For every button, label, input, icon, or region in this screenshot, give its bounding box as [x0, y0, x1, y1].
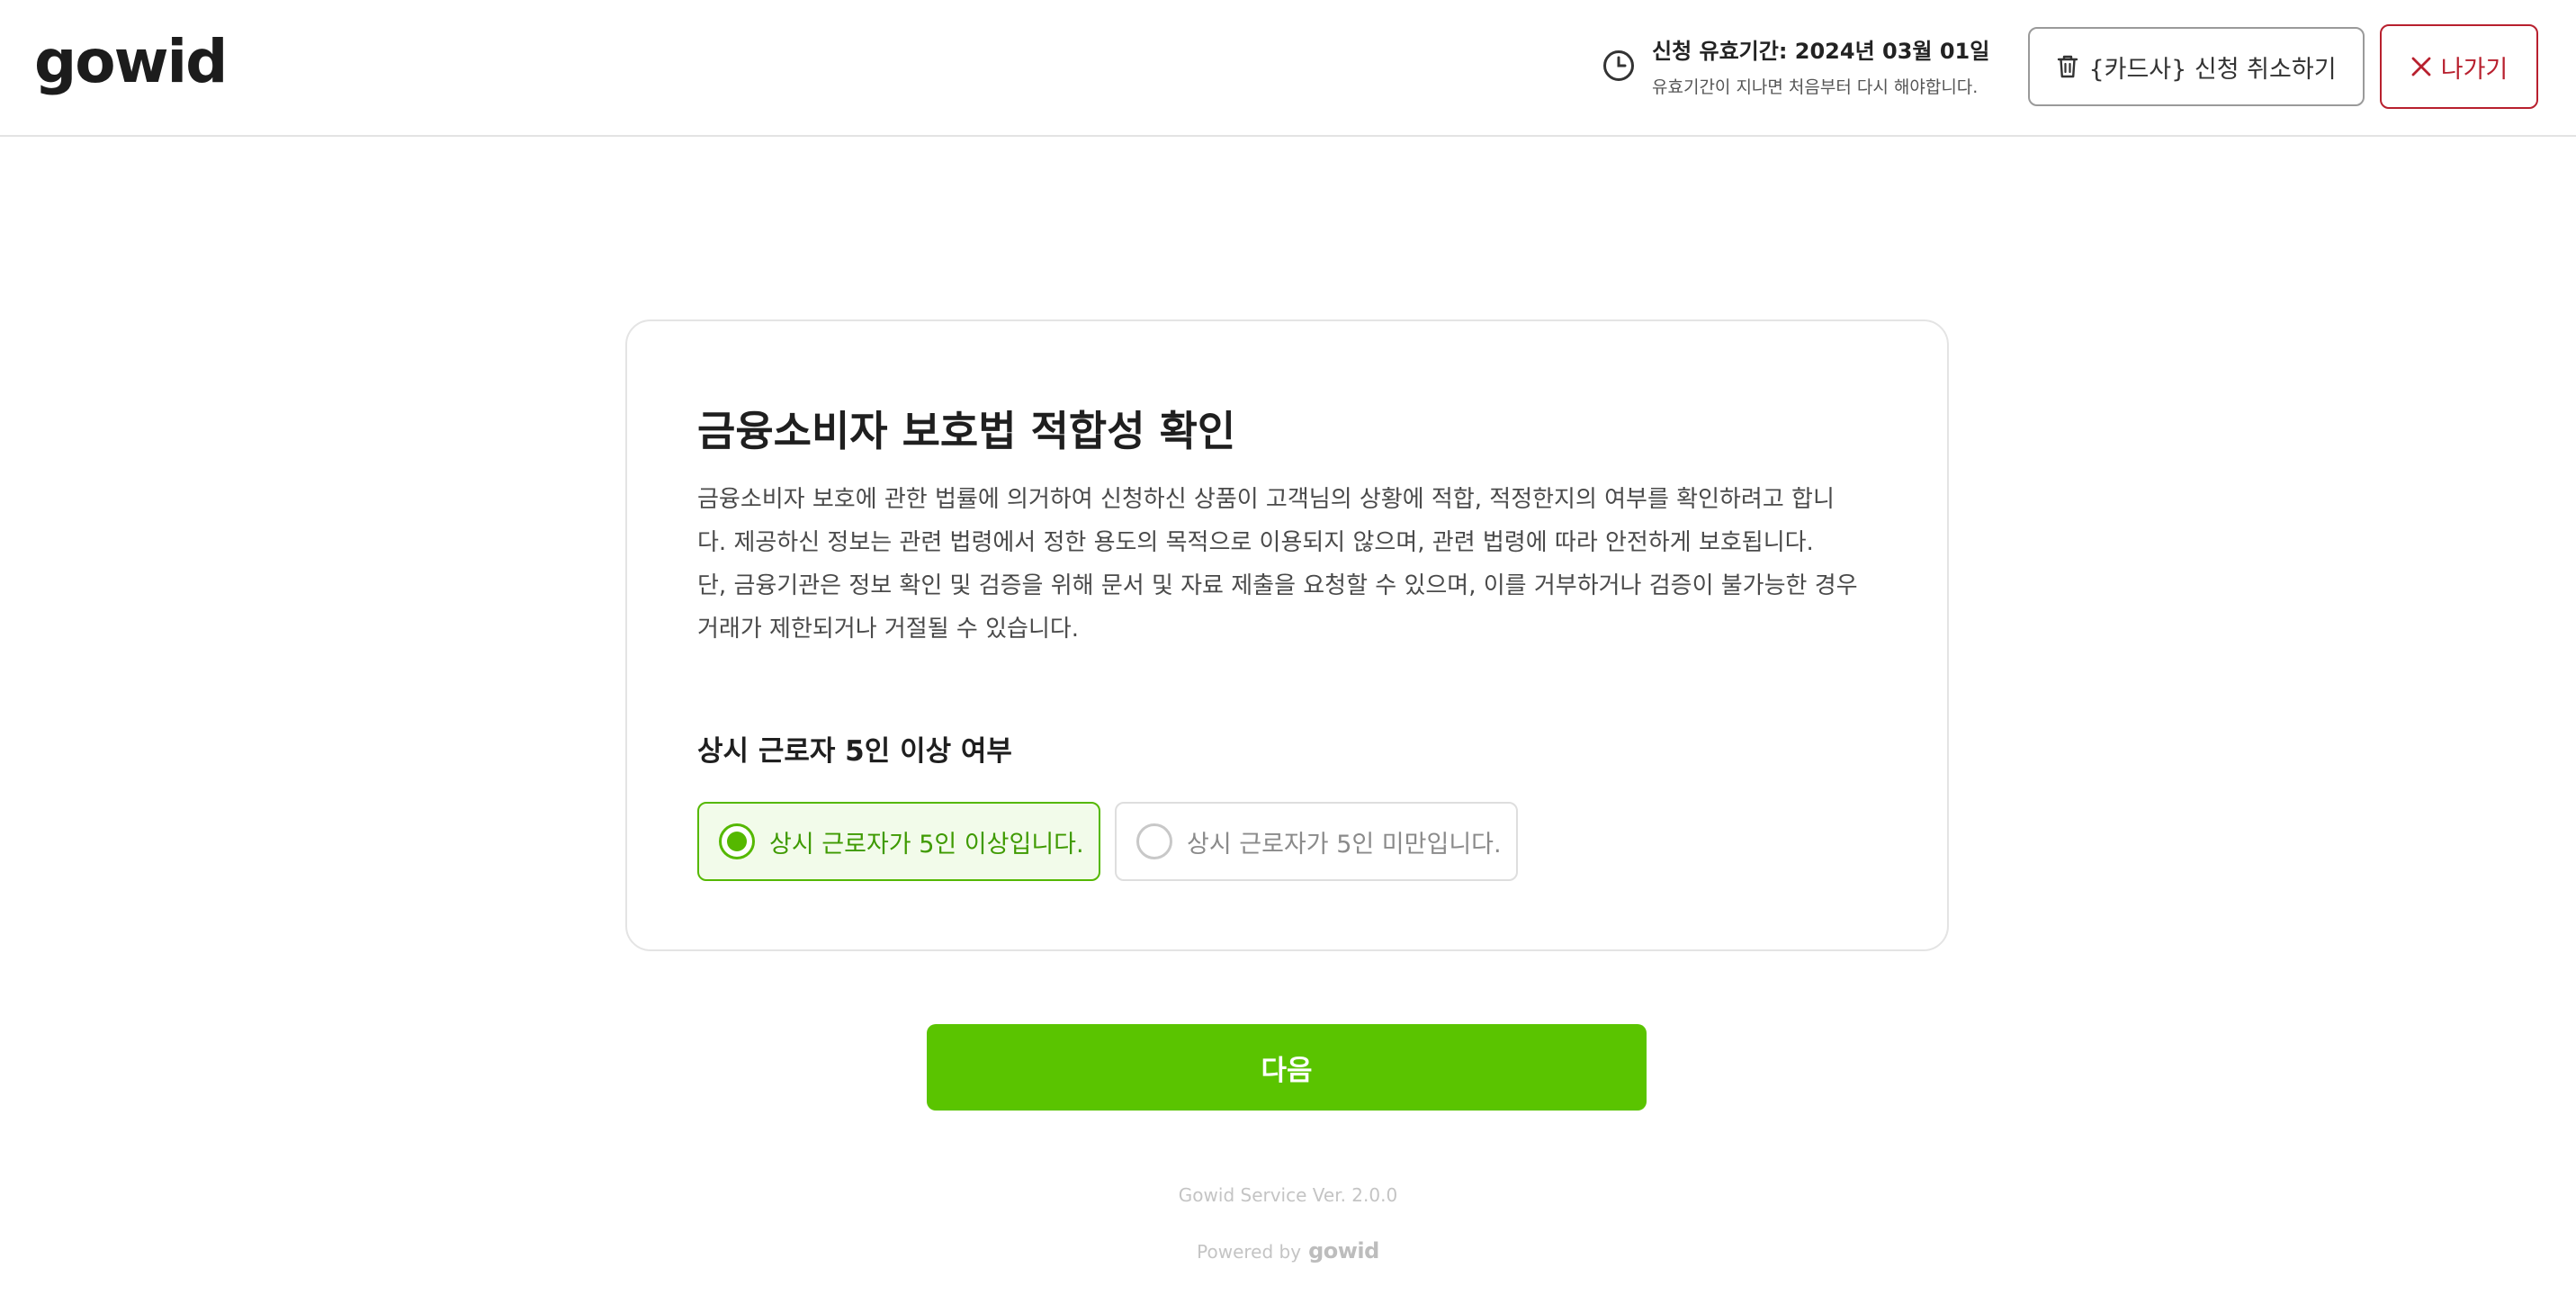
description-line: 단, 금융기관은 정보 확인 및 검증을 위해 문서 및 자료 제출을 요청할 …	[697, 572, 1858, 599]
description-line: 다. 제공하신 정보는 관련 법령에서 정한 용도의 목적으로 이용되지 않으며…	[697, 529, 1814, 556]
exit-button[interactable]: 나가기	[2380, 24, 2538, 109]
expiry-date: 신청 유효기간: 2024년 03월 01일	[1652, 39, 1990, 64]
top-header: gowid 신청 유효기간: 2024년 03월 01일 유효기간이 지나면 처…	[0, 0, 2576, 137]
description-line: 거래가 제한되거나 거절될 수 있습니다.	[697, 616, 1080, 643]
description-line: 금융소비자 보호에 관한 법률에 의거하여 신청하신 상품이 고객님의 상황에 …	[697, 486, 1835, 513]
employee-count-options: 상시 근로자가 5인 이상입니다. 상시 근로자가 5인 미만입니다.	[697, 802, 1532, 881]
gowid-logo[interactable]: gowid	[34, 32, 228, 92]
powered-by: Powered by gowid	[0, 1238, 2576, 1264]
footer-gowid-logo: gowid	[1308, 1238, 1379, 1264]
powered-by-text: Powered by	[1197, 1241, 1302, 1263]
close-icon	[2411, 57, 2431, 76]
description: 금융소비자 보호에 관한 법률에 의거하여 신청하신 상품이 고객님의 상황에 …	[697, 478, 1885, 651]
radio-unselected-icon	[1136, 823, 1172, 859]
service-version: Gowid Service Ver. 2.0.0	[1178, 1184, 1398, 1206]
trash-icon	[2058, 55, 2078, 78]
question-label: 상시 근로자 5인 이상 여부	[697, 735, 1012, 768]
page-title: 금융소비자 보호법 적합성 확인	[697, 407, 1236, 455]
option-label: 상시 근로자가 5인 미만입니다.	[1187, 830, 1502, 859]
cancel-application-button[interactable]: {카드사} 신청 취소하기	[2028, 27, 2365, 106]
option-five-or-more[interactable]: 상시 근로자가 5인 이상입니다.	[697, 802, 1100, 881]
radio-selected-icon	[719, 823, 755, 859]
suitability-card: 금융소비자 보호법 적합성 확인 금융소비자 보호에 관한 법률에 의거하여 신…	[625, 319, 1949, 951]
clock-icon	[1603, 50, 1634, 81]
option-label: 상시 근로자가 5인 이상입니다.	[769, 830, 1084, 859]
exit-label: 나가기	[2440, 55, 2509, 84]
cancel-application-label: {카드사} 신청 취소하기	[2088, 55, 2337, 84]
option-less-than-five[interactable]: 상시 근로자가 5인 미만입니다.	[1115, 802, 1518, 881]
next-button[interactable]: 다음	[927, 1024, 1647, 1111]
expiry-note: 유효기간이 지나면 처음부터 다시 해야합니다.	[1652, 77, 1979, 97]
expiry-info: 신청 유효기간: 2024년 03월 01일 유효기간이 지나면 처음부터 다시…	[1602, 34, 1989, 97]
